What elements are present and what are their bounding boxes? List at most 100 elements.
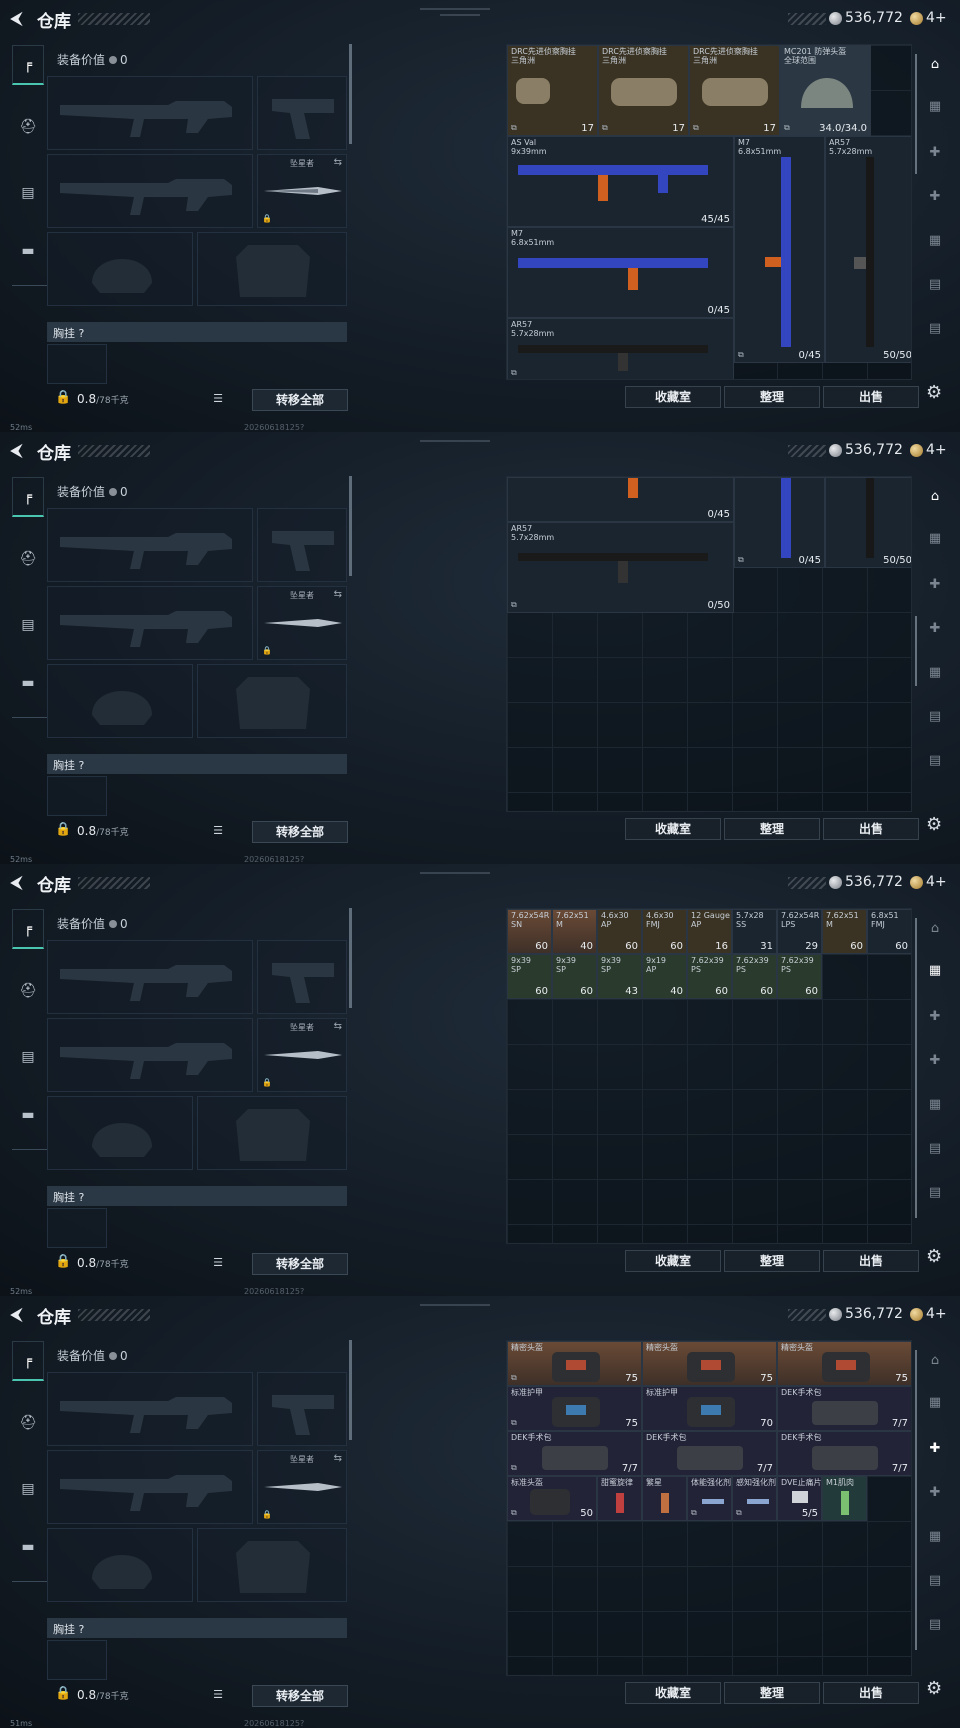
melee-slot[interactable]: 坠星者 ⇆ 🔒 <box>257 586 347 660</box>
inventory-item[interactable]: AR57 5.7x28mm 50/50 <box>825 136 911 363</box>
gear-item[interactable]: 体能强化剂 ⧉ <box>687 1476 732 1521</box>
ammo-item[interactable]: 9x39 SP 43 <box>597 954 642 999</box>
settings-gear-icon[interactable]: ⚙ <box>926 814 942 835</box>
chest-rig-hint[interactable]: ? <box>79 327 85 340</box>
misc-tab-icon[interactable]: ▤ <box>918 1172 952 1212</box>
inventory-item[interactable]: M7 6.8x51mm 0/45 <box>507 227 734 318</box>
weapon-tab-icon[interactable]: ╒ <box>12 1341 44 1381</box>
ammo-item[interactable]: 9x39 SP 60 <box>552 954 597 999</box>
weapon-tab-icon[interactable]: ▦ <box>918 652 952 692</box>
inventory-item[interactable]: DRC先进侦察胸挂 三角洲 17 ⧉ <box>689 45 780 136</box>
pistol-slot[interactable] <box>257 76 347 150</box>
right-nav-scrollbar[interactable] <box>915 1350 917 1650</box>
helmet-tab-icon[interactable]: ⛑ <box>12 539 44 579</box>
weapon-tab-icon[interactable]: ▦ <box>918 1516 952 1556</box>
helmet-slot[interactable] <box>47 1096 193 1170</box>
weapon-tab-icon[interactable]: ╒ <box>12 909 44 949</box>
primary-weapon-slot[interactable] <box>47 1372 253 1446</box>
all-items-tab-icon[interactable]: ⌂ <box>918 1340 952 1380</box>
melee-slot[interactable]: 坠星者 ⇆ 🔒 <box>257 1018 347 1092</box>
ammo-item[interactable]: 6.8x51 FMJ 60 <box>867 909 911 954</box>
ammo-item[interactable]: 4.6x30 AP 60 <box>597 909 642 954</box>
collection-button[interactable]: 收藏室 <box>625 1250 721 1272</box>
collection-button[interactable]: 收藏室 <box>625 818 721 840</box>
misc-tab-icon[interactable]: ▤ <box>918 1604 952 1644</box>
gear-tab-icon[interactable]: ✚ <box>918 1472 952 1512</box>
primary-weapon-slot[interactable] <box>47 508 253 582</box>
collection-button[interactable]: 收藏室 <box>625 1682 721 1704</box>
weapon-tab-icon[interactable]: ╒ <box>12 45 44 85</box>
transfer-all-button[interactable]: 转移全部 <box>252 389 348 411</box>
bag-tab-icon[interactable]: ▬ <box>12 1527 44 1567</box>
equipment-scrollbar[interactable] <box>349 44 352 144</box>
ammo-item[interactable]: 7.62x39 PS 60 <box>732 954 777 999</box>
secondary-weapon-slot[interactable] <box>47 586 253 660</box>
armor-tab-icon[interactable]: ▤ <box>12 173 44 213</box>
chest-rig-slot[interactable] <box>47 344 107 384</box>
transfer-all-button[interactable]: 转移全部 <box>252 1685 348 1707</box>
bag-tab-icon[interactable]: ▬ <box>12 231 44 271</box>
settings-gear-icon[interactable]: ⚙ <box>926 1246 942 1267</box>
inventory-item[interactable]: 0/45 <box>507 477 734 522</box>
gear-item[interactable]: 标准护甲 70 <box>642 1386 777 1431</box>
armor-slot[interactable] <box>197 664 347 738</box>
helmet-tab-icon[interactable]: ⛑ <box>12 107 44 147</box>
gear-item[interactable]: 感知强化剂 ⧉ <box>732 1476 777 1521</box>
inventory-item[interactable]: AR57 5.7x28mm ⧉ <box>507 318 734 379</box>
helmet-slot[interactable] <box>47 664 193 738</box>
collection-button[interactable]: 收藏室 <box>625 386 721 408</box>
gear-item[interactable]: DVE止痛片 5/5 <box>777 1476 822 1521</box>
armor-tab-icon[interactable]: ▤ <box>12 1469 44 1509</box>
parts-tab-icon[interactable]: ▤ <box>918 696 952 736</box>
gear-tab-icon[interactable]: ✚ <box>918 1040 952 1080</box>
sell-button[interactable]: 出售 <box>823 1250 919 1272</box>
ammo-item[interactable]: 7.62x51 M 60 <box>822 909 867 954</box>
misc-tab-icon[interactable]: ▤ <box>918 308 952 348</box>
pistol-slot[interactable] <box>257 508 347 582</box>
pistol-slot[interactable] <box>257 1372 347 1446</box>
list-icon[interactable]: ☰ <box>209 822 227 840</box>
ammo-tab-icon[interactable]: ▦ <box>918 950 952 990</box>
misc-tab-icon[interactable]: ▤ <box>918 740 952 780</box>
ammo-tab-icon[interactable]: ▦ <box>918 1382 952 1422</box>
chest-rig-slot[interactable] <box>47 1208 107 1248</box>
inventory-item[interactable]: MC201 防弹头盔 全球范围 34.0/34.0 ⧉ <box>780 45 871 136</box>
armor-slot[interactable] <box>197 232 347 306</box>
list-icon[interactable]: ☰ <box>209 1254 227 1272</box>
bag-tab-icon[interactable]: ▬ <box>12 1095 44 1135</box>
ammo-item[interactable]: 7.62x54R SN 60 <box>507 909 552 954</box>
gear-item[interactable]: 标准护甲 75 ⧉ <box>507 1386 642 1431</box>
secondary-weapon-slot[interactable] <box>47 154 253 228</box>
right-nav-scrollbar[interactable] <box>915 918 917 1218</box>
ammo-item[interactable]: 7.62x51 M 40 <box>552 909 597 954</box>
ticket-count[interactable]: 4+ <box>926 442 947 458</box>
inventory-item[interactable]: 50/50 <box>825 477 911 568</box>
gear-item[interactable]: DEK手术包 7/7 <box>777 1386 911 1431</box>
weapon-tab-icon[interactable]: ▦ <box>918 1084 952 1124</box>
gear-item[interactable]: M1肌肉 <box>822 1476 867 1521</box>
inventory-item[interactable]: DRC先进侦察胸挂 三角洲 17 ⧉ <box>598 45 689 136</box>
inventory-item[interactable]: M7 6.8x51mm 0/45 ⧉ <box>734 136 825 363</box>
all-items-tab-icon[interactable]: ⌂ <box>918 44 952 84</box>
sort-button[interactable]: 整理 <box>724 818 820 840</box>
ammo-item[interactable]: 7.62x54R LPS 29 <box>777 909 822 954</box>
gear-item[interactable]: 甜蜜旋律 <box>597 1476 642 1521</box>
sell-button[interactable]: 出售 <box>823 386 919 408</box>
equipment-scrollbar[interactable] <box>349 908 352 1008</box>
medical-tab-icon[interactable]: ✚ <box>918 1428 952 1468</box>
gear-tab-icon[interactable]: ✚ <box>918 608 952 648</box>
armor-slot[interactable] <box>197 1096 347 1170</box>
back-arrow-icon[interactable]: ⮜ <box>10 872 23 893</box>
equipment-scrollbar[interactable] <box>349 476 352 576</box>
back-arrow-icon[interactable]: ⮜ <box>10 8 23 29</box>
gear-item[interactable]: DEK手术包 7/7 <box>777 1431 911 1476</box>
inventory-item[interactable]: DRC先进侦察胸挂 三角洲 17 ⧉ <box>507 45 598 136</box>
helmet-slot[interactable] <box>47 1528 193 1602</box>
parts-tab-icon[interactable]: ▤ <box>918 264 952 304</box>
list-icon[interactable]: ☰ <box>209 1686 227 1704</box>
pistol-slot[interactable] <box>257 940 347 1014</box>
ammo-item[interactable]: 12 Gauge AP 16 <box>687 909 732 954</box>
bag-tab-icon[interactable]: ▬ <box>12 663 44 703</box>
weapon-tab-icon[interactable]: ╒ <box>12 477 44 517</box>
ticket-count[interactable]: 4+ <box>926 10 947 26</box>
